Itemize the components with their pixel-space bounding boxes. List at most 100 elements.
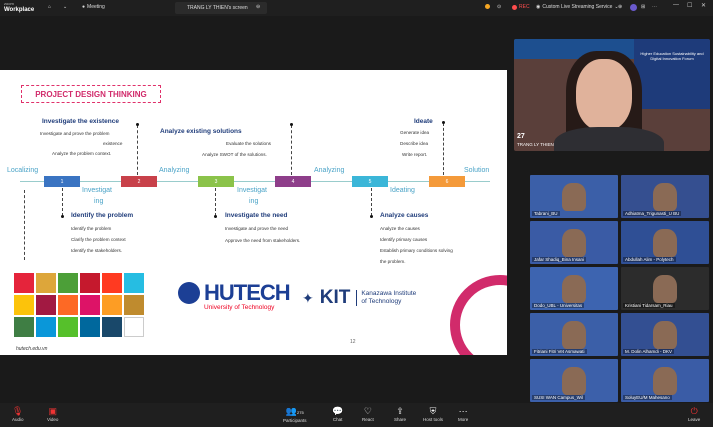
recording-indicator[interactable]: REC (512, 4, 530, 10)
heading-investigate-need: Investigate the need (225, 212, 288, 219)
participant-tile[interactable]: Adhiatma_Trigunasti_U BU (621, 175, 709, 218)
website-url: hutech.edu.vn (16, 346, 48, 352)
shield-icon: ● (82, 4, 86, 10)
text-investigate-need-2: Approve the need from stakeholders. (225, 238, 301, 243)
kit-emblem-icon: ✦ (302, 289, 314, 306)
text-analyze-causes-4: the problem. (380, 259, 406, 264)
participant-name: Abdullah Alim - Polytech (623, 257, 676, 262)
heading-identify-problem: Identify the problem (71, 212, 134, 219)
step-box-3: 3 (198, 176, 234, 187)
avatar[interactable] (630, 4, 637, 11)
sdg-tile (58, 295, 78, 315)
participant-tile[interactable]: Jafar Shadiq_Bina Insani (530, 221, 618, 264)
participant-name: SUSI WAN Campus_Wil (532, 395, 585, 400)
participant-tile[interactable]: Fitriani Fitri Vet Asmawati (530, 313, 618, 356)
more-options-icon[interactable]: ⊖ (256, 4, 260, 10)
close-icon[interactable]: ✕ (701, 2, 706, 9)
sdg-tile (14, 273, 34, 293)
connector-localizing (24, 190, 25, 260)
step-box-4: 4 (275, 176, 311, 187)
participant-name: SoluyEU/M Mahesano (623, 395, 672, 400)
share-screen-icon: ⇪ (396, 406, 404, 416)
stage-investigating-2b: ing (249, 198, 259, 205)
sdg-tile (102, 317, 122, 337)
participant-name: Kristiani Tidarsam_Riau (623, 303, 675, 308)
participant-name: Jafar Shadiq_Bina Insani (532, 257, 587, 262)
view-icon[interactable]: ⊙ (497, 4, 501, 10)
sdg-tile (124, 317, 144, 337)
participant-figure (653, 321, 677, 349)
decorative-arc (450, 275, 507, 355)
leave-button[interactable]: ⏻ Leave (688, 406, 700, 422)
participant-figure (562, 229, 586, 257)
text-investigate-existence-2: existence (103, 141, 123, 146)
text-ideate-3: Write report. (402, 152, 428, 157)
speaker-face (576, 59, 632, 131)
share-button[interactable]: ⇪ Share (394, 406, 406, 422)
gallery-icon[interactable]: ⊞ (641, 4, 645, 10)
camera-off-icon: ▣ (48, 406, 57, 416)
participants-button[interactable]: 👥275 Participants (283, 406, 307, 423)
heading-analyze-existing: Analyze existing solutions (160, 128, 242, 135)
sdg-tile (36, 295, 56, 315)
participant-tile[interactable]: SoluyEU/M Mahesano (621, 359, 709, 402)
status-icon (485, 4, 490, 9)
app-brand: zoom Workplace (4, 1, 35, 13)
speaker-name: TRANG LY THIEN (517, 142, 554, 147)
live-streaming-status[interactable]: ◉ Custom Live Streaming Service ⌄ (536, 4, 619, 10)
chat-button[interactable]: 💬 Chat (332, 406, 343, 422)
hutech-logo: HUTECH University of Technology (178, 280, 291, 311)
shared-screen-tab[interactable]: TRANG LY THIEN's screen (175, 2, 267, 14)
stage-investigating-1a: Investigat (82, 187, 112, 194)
text-analyze-existing-1: Evaluate the solutions (226, 141, 271, 146)
sdg-tile (124, 295, 144, 315)
more-icon: ⋯ (458, 406, 468, 416)
step-box-2: 2 (121, 176, 157, 187)
sdg-tile (36, 273, 56, 293)
step-box-1: 1 (44, 176, 80, 187)
participant-tile[interactable]: Tabrani_BU (530, 175, 618, 218)
settings-icon[interactable]: ⋯ (652, 4, 657, 10)
text-ideate-1: Generate idea (400, 130, 430, 135)
participant-figure (653, 367, 677, 395)
meeting-tab[interactable]: ● Meeting (82, 4, 105, 10)
participant-tile[interactable]: M. Dolin Alhamdi - DKV (621, 313, 709, 356)
participant-tile[interactable]: Dodo_UBL - Universitas (530, 267, 618, 310)
react-button[interactable]: ♡ React (362, 406, 374, 422)
participants-icon: 👥275 (285, 406, 304, 416)
host-tools-button[interactable]: ⛨ Host tools (423, 406, 443, 422)
connector-dot-3 (214, 215, 217, 218)
more-button[interactable]: ⋯ More (458, 406, 468, 422)
add-user-icon[interactable]: ⊕ (618, 4, 622, 10)
speaker-video[interactable]: Higher Education Sustainability and Digi… (514, 39, 710, 151)
kit-logo: ✦ KIT Kanazawa Institute of Technology (302, 287, 417, 308)
title-bar: zoom Workplace ⌂ ⌄ ● Meeting TRANG LY THI… (0, 0, 713, 16)
maximize-icon[interactable]: ☐ (687, 2, 692, 9)
microphone-muted-icon: 🎙 (12, 406, 24, 416)
minimize-icon[interactable]: — (673, 2, 679, 8)
participant-name: Fitriani Fitri Vet Asmawati (532, 349, 587, 354)
connector-dot-2 (136, 123, 139, 126)
audio-button[interactable]: 🎙 Audio (12, 406, 24, 422)
participant-tile[interactable]: Kristiani Tidarsam_Riau (621, 267, 709, 310)
connector-3 (215, 188, 216, 216)
sdg-tile (80, 317, 100, 337)
participant-tile[interactable]: SUSI WAN Campus_Wil (530, 359, 618, 402)
text-analyze-causes-1: Analyze the causes (380, 226, 420, 231)
shared-slide: PROJECT DESIGN THINKING Investigate the … (0, 70, 507, 355)
connector-1 (62, 188, 63, 216)
text-analyze-existing-2: Analyze SWOT of the solutions. (202, 152, 267, 157)
chevron-down-icon[interactable]: ⌄ (63, 4, 67, 10)
participant-figure (562, 367, 586, 395)
text-identify-problem-1: Identify the problem (71, 226, 112, 231)
video-button[interactable]: ▣ Video (47, 406, 58, 422)
sdg-tile (102, 273, 122, 293)
text-investigate-existence-1: Investigate and prove the problem (40, 131, 110, 136)
participant-tile[interactable]: Abdullah Alim - Polytech (621, 221, 709, 264)
home-icon[interactable]: ⌂ (48, 4, 51, 10)
timeline-line (20, 181, 490, 182)
sdg-tile (14, 295, 34, 315)
leave-icon: ⏻ (690, 406, 698, 416)
text-analyze-causes-3: Establish primary conditions solving (380, 248, 453, 253)
sdg-tile (80, 273, 100, 293)
